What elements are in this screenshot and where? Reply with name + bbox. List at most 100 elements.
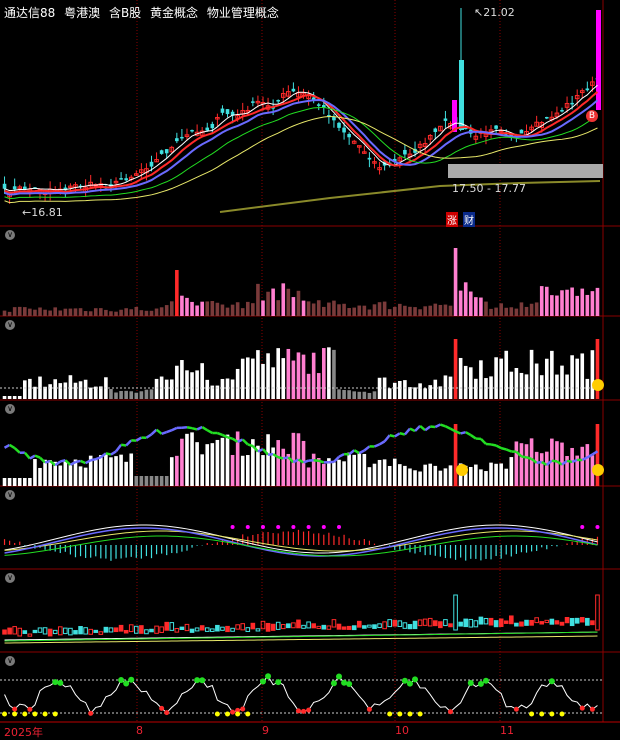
mini-candle (515, 623, 519, 626)
indicator-panel-2[interactable] (0, 339, 604, 399)
indicator-bar (504, 469, 508, 486)
candle-body (586, 88, 590, 90)
oscillator-panel[interactable] (0, 673, 603, 716)
price-range-label: 17.50 - 17.77 (452, 182, 526, 195)
trend-line-segment (491, 444, 496, 445)
indicator-bar (550, 351, 554, 399)
mini-candle (464, 619, 468, 626)
indicator-bar (347, 453, 351, 486)
panel-3-toggle[interactable]: ∨ (5, 404, 15, 414)
volume-bar (464, 282, 468, 316)
trend-line-segment (121, 445, 126, 446)
indicator-bar (393, 383, 397, 399)
mini-candle (281, 625, 285, 629)
osc-low-dot (590, 707, 595, 712)
mini-candle (69, 628, 73, 635)
volume-bar (383, 302, 387, 316)
indicator-bar (114, 456, 118, 486)
indicator-bar (205, 380, 209, 399)
panel-5-toggle[interactable]: ∨ (5, 573, 15, 583)
trend-line-segment (496, 446, 501, 449)
indicator-bar (185, 434, 189, 486)
panel-4-toggle[interactable]: ∨ (5, 490, 15, 500)
volume-bar (459, 291, 463, 316)
mini-candle (560, 622, 564, 625)
volume-bar (114, 312, 118, 316)
mini-candle (418, 620, 422, 626)
osc-low-dot (164, 710, 169, 715)
mini-candle (134, 626, 138, 633)
mini-candle (84, 628, 88, 634)
indicator-bar (388, 466, 392, 486)
panel-6-toggle[interactable]: ∨ (5, 656, 15, 666)
volume-bar (494, 308, 498, 316)
mini-candle (3, 630, 7, 634)
indicator-bar (33, 387, 37, 399)
osc-high-dot (331, 680, 337, 686)
volume-bar (28, 309, 32, 316)
spike-candle (596, 10, 601, 110)
trend-line-segment (81, 461, 86, 463)
macd-panel[interactable] (5, 525, 600, 561)
osc-high-dot (412, 676, 418, 682)
trend-line-segment (349, 450, 354, 454)
mini-candle (479, 617, 483, 624)
trend-line-segment (319, 461, 324, 463)
trend-line-segment (461, 432, 466, 433)
osc-signal-dot (2, 712, 7, 717)
indicator-bar (418, 383, 422, 399)
indicator-bar (357, 392, 361, 399)
mini-candle (373, 625, 377, 629)
indicator-bar (276, 440, 280, 486)
panel-2-toggle[interactable]: ∨ (5, 320, 15, 330)
indicator-panel-3[interactable] (3, 424, 604, 486)
volume-bar (565, 290, 569, 316)
osc-signal-dot (539, 712, 544, 717)
indicator-bar (510, 457, 514, 486)
indicator-bar (307, 374, 311, 399)
axis-year-label: 2025年 (4, 724, 43, 740)
osc-signal-dot (22, 712, 27, 717)
mini-candle (114, 628, 118, 632)
indicator-bar (246, 357, 250, 399)
zhang-badge[interactable]: 涨 (446, 212, 458, 227)
volume-bar (33, 310, 37, 316)
mini-candle (33, 630, 37, 632)
indicator-bar (155, 379, 159, 399)
mini-candle (43, 628, 47, 634)
volume-bar (175, 270, 179, 316)
osc-low-dot (301, 709, 306, 714)
volume-panel[interactable] (3, 248, 600, 316)
cai-badge[interactable]: 财 (463, 212, 475, 227)
indicator-bar (216, 440, 220, 486)
trend-line-segment (152, 430, 157, 435)
volume-bar (474, 297, 478, 316)
volume-bar (317, 300, 321, 316)
mini-candle (489, 618, 493, 625)
panel-1-toggle[interactable]: ∨ (5, 230, 15, 240)
trend-line-segment (60, 460, 65, 461)
mini-candle (327, 626, 331, 629)
indicator-bar (140, 476, 144, 486)
volume-bar (368, 310, 372, 316)
indicator-bar (38, 468, 42, 486)
volume-bar (403, 306, 407, 316)
candle-body (124, 178, 128, 180)
indicator-bar (297, 352, 301, 399)
mini-candle (575, 618, 579, 623)
mini-candle (586, 618, 590, 625)
indicator-bar (48, 460, 52, 486)
indicator-bar (170, 457, 174, 486)
indicator-bar (368, 393, 372, 399)
mini-kline-panel[interactable] (3, 595, 600, 643)
mini-candle (195, 628, 199, 631)
indicator-bar (586, 379, 590, 399)
mini-candle (221, 627, 225, 630)
volume-bar (64, 309, 68, 316)
indicator-bar (18, 478, 22, 486)
indicator-bar (555, 375, 559, 399)
osc-low-dot (580, 706, 585, 711)
buy-signal-badge[interactable]: B (586, 110, 598, 122)
osc-signal-dot (559, 712, 564, 717)
indicator-bar (418, 472, 422, 486)
